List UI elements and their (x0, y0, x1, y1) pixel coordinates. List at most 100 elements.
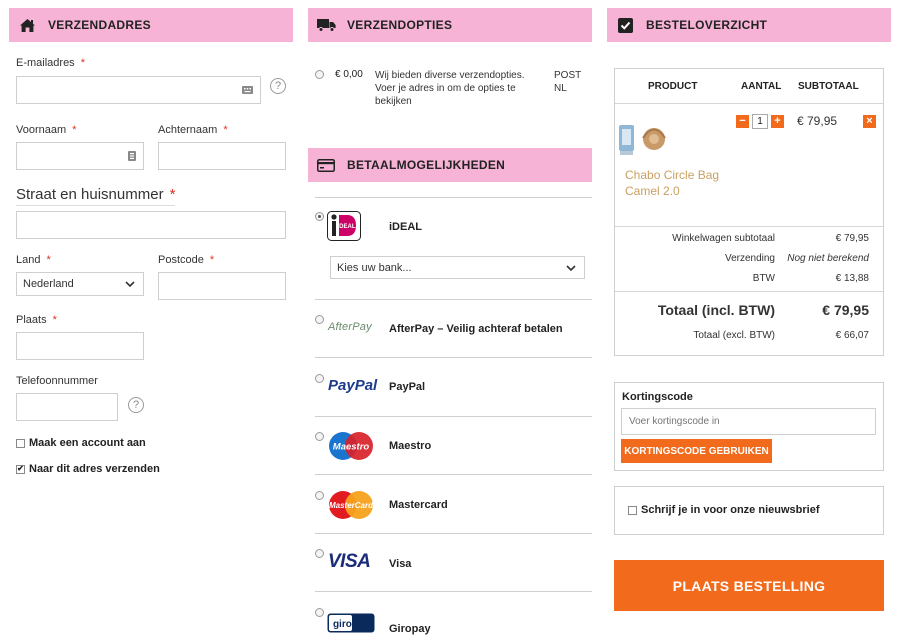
divider (615, 103, 883, 104)
shipping-address-title: VERZENDADRES (48, 18, 151, 32)
divider (615, 291, 883, 292)
shipping-address-header: VERZENDADRES (9, 8, 293, 42)
payment-method-mastercard[interactable]: MasterCard Mastercard (315, 474, 592, 533)
payment-name-mastercard: Mastercard (389, 499, 448, 511)
first-name-field[interactable] (16, 142, 144, 170)
shipping-option-description: Wij bieden diverse verzendopties. Voer j… (375, 70, 525, 107)
svg-text:Maestro: Maestro (333, 442, 370, 453)
phone-help-icon[interactable]: ? (128, 397, 144, 413)
vat-label: BTW (752, 273, 775, 284)
cart-subtotal-value: € 79,95 (835, 233, 869, 244)
payment-method-ideal[interactable]: iDEAL iDEAL Kies uw bank... (315, 197, 592, 299)
total-incl-value: € 79,95 (822, 302, 869, 318)
col-header-quantity: AANTAL (741, 81, 782, 92)
chevron-down-icon (566, 263, 576, 276)
payment-method-giropay[interactable]: giropay Giropay (315, 591, 592, 640)
create-account-checkbox[interactable]: Maak een account aan (16, 437, 146, 449)
payment-radio-paypal[interactable] (315, 374, 324, 383)
ideal-logo: iDEAL (327, 211, 361, 244)
newsletter-checkbox-box[interactable] (628, 505, 637, 515)
place-order-button[interactable]: PLAATS BESTELLING (614, 560, 884, 611)
payment-method-paypal[interactable]: PayPal PayPal (315, 357, 592, 416)
vat-value: € 13,88 (835, 273, 869, 284)
total-incl-label: Totaal (incl. BTW) (657, 302, 775, 318)
last-name-label: Achternaam * (158, 124, 228, 136)
total-excl-value: € 66,07 (835, 330, 869, 341)
order-table: PRODUCT AANTAL SUBTOTAAL Chabo Circle Ba… (614, 68, 884, 356)
postcode-label: Postcode * (158, 254, 215, 266)
country-label: Land * (16, 254, 51, 266)
truck-icon (316, 16, 336, 34)
discount-code-input[interactable] (621, 408, 876, 435)
payment-method-afterpay[interactable]: AfterPay AfterPay – Veilig achteraf beta… (315, 299, 592, 357)
payment-radio-maestro[interactable] (315, 432, 324, 441)
maestro-logo: Maestro (327, 431, 375, 464)
chevron-down-icon (125, 279, 135, 292)
quantity-input[interactable]: 1 (752, 114, 768, 129)
create-account-checkbox-box[interactable] (16, 438, 25, 448)
country-select[interactable]: Nederland (16, 272, 144, 296)
phone-label: Telefoonnummer (16, 375, 98, 387)
svg-text:MasterCard: MasterCard (329, 501, 374, 510)
paypal-logo: PayPal (328, 377, 378, 394)
payment-radio-mastercard[interactable] (315, 491, 324, 500)
shipping-cost-label: Verzending (724, 253, 775, 264)
create-account-label: Maak een account aan (29, 437, 146, 449)
credit-card-icon (316, 156, 336, 174)
ship-to-address-label: Naar dit adres verzenden (29, 463, 160, 475)
street-label: Straat en huisnummer * (16, 186, 176, 206)
shipping-option-carrier: POST NL (554, 70, 582, 94)
cart-subtotal-label: Winkelwagen subtotaal (672, 233, 775, 244)
shipping-address-section: VERZENDADRES E-mailadres * ? Voornaam * Ac… (9, 8, 293, 488)
payment-radio-afterpay[interactable] (315, 315, 324, 324)
payment-method-maestro[interactable]: Maestro Maestro (315, 416, 592, 474)
email-help-icon[interactable]: ? (270, 78, 286, 94)
col-header-subtotal: SUBTOTAAL (798, 81, 859, 92)
payment-name-giropay: Giropay (389, 623, 431, 635)
product-thumbnail (618, 119, 670, 161)
payment-name-afterpay: AfterPay – Veilig achteraf betalen (389, 323, 563, 335)
shipping-options-title: VERZENDOPTIES (347, 18, 453, 32)
mastercard-logo: MasterCard (327, 490, 375, 523)
email-label: E-mailadres * (16, 57, 85, 69)
total-excl-label: Totaal (excl. BTW) (693, 330, 775, 341)
last-name-field[interactable] (158, 142, 286, 170)
ship-to-address-checkbox-box[interactable]: ✔ (16, 464, 25, 474)
apply-discount-button[interactable]: KORTINGSCODE GEBRUIKEN (621, 439, 772, 463)
payment-name-paypal: PayPal (389, 381, 426, 393)
payment-radio-ideal[interactable] (315, 212, 324, 221)
street-field[interactable] (16, 211, 286, 239)
item-subtotal: € 79,95 (797, 114, 838, 128)
shipping-option-price: € 0,00 (335, 69, 363, 80)
order-summary-title: BESTELOVERZICHT (646, 18, 768, 32)
city-field[interactable] (16, 332, 144, 360)
quantity-increase-button[interactable]: + (771, 115, 784, 128)
order-summary-section: BESTELOVERZICHT PRODUCT AANTAL SUBTOTAAL… (607, 8, 891, 618)
afterpay-logo: AfterPay (328, 321, 372, 333)
shipping-payment-section: VERZENDOPTIES € 0,00 Wij bieden diverse … (308, 8, 592, 640)
payment-radio-visa[interactable] (315, 549, 324, 558)
postcode-field[interactable] (158, 272, 286, 300)
giropay-logo: giropay (327, 613, 375, 636)
contact-card-icon (128, 151, 136, 164)
phone-field[interactable] (16, 393, 118, 421)
newsletter-checkbox[interactable]: Schrijf je in voor onze nieuwsbrief (628, 504, 819, 516)
product-name[interactable]: Chabo Circle Bag Camel 2.0 (625, 167, 735, 199)
payment-radio-giropay[interactable] (315, 608, 324, 617)
payment-method-visa[interactable]: VISA Visa (315, 533, 592, 591)
remove-item-button[interactable]: × (863, 115, 876, 128)
payment-header: BETAALMOGELIJKHEDEN (308, 148, 592, 182)
svg-text:giropay: giropay (333, 619, 370, 630)
shipping-option-radio[interactable] (315, 70, 324, 79)
quantity-decrease-button[interactable]: − (736, 115, 749, 128)
ship-to-address-checkbox[interactable]: ✔ Naar dit adres verzenden (16, 463, 160, 475)
newsletter-box: Schrijf je in voor onze nieuwsbrief (614, 486, 884, 535)
bank-select[interactable]: Kies uw bank... (330, 256, 585, 279)
shipping-cost-value: Nog niet berekend (787, 253, 869, 264)
payment-name-maestro: Maestro (389, 440, 432, 452)
payment-name-visa: Visa (389, 558, 412, 570)
discount-box: Kortingscode KORTINGSCODE GEBRUIKEN (614, 382, 884, 471)
payment-name-ideal: iDEAL (389, 221, 422, 233)
email-field[interactable] (16, 76, 261, 104)
divider (615, 226, 883, 227)
